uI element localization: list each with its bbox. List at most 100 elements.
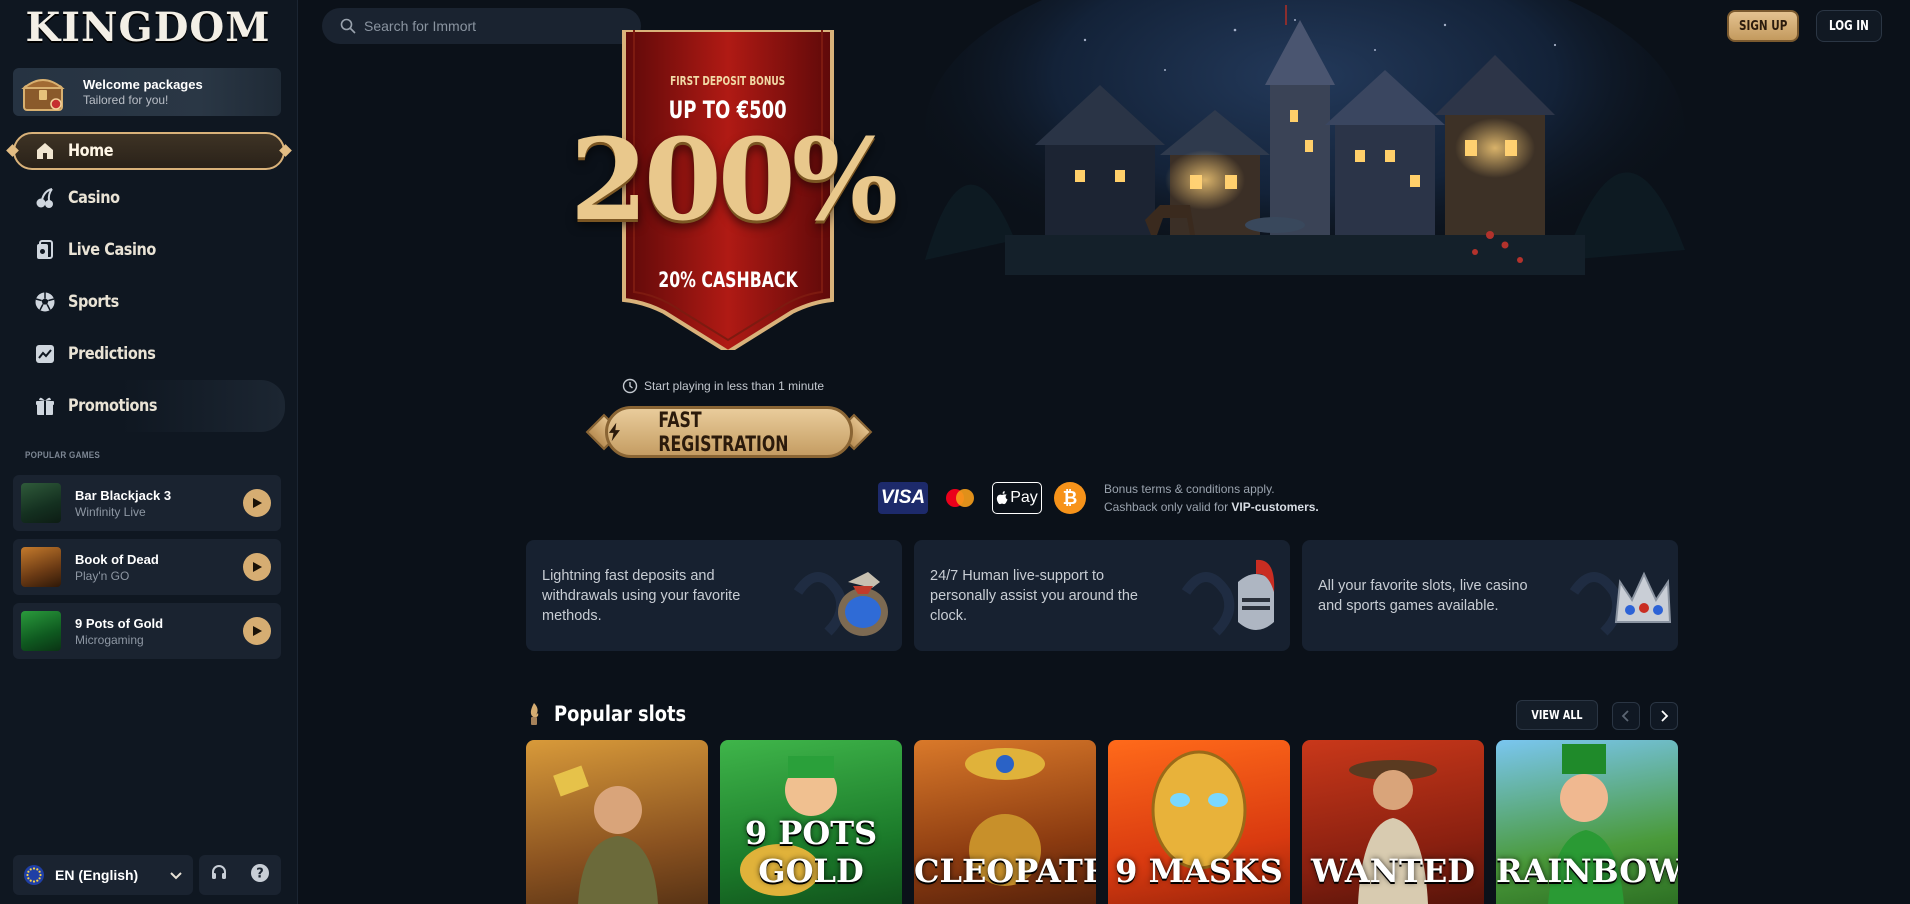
money-bag-icon — [788, 552, 898, 642]
start-playing-note: Start playing in less than 1 minute — [622, 378, 837, 394]
game-provider: Play'n GO — [75, 568, 130, 583]
svg-text:?: ? — [256, 866, 264, 881]
slot-title: RAINBOW — [1496, 852, 1678, 890]
game-thumbnail — [21, 547, 61, 587]
bonus-terms: Bonus terms & conditions apply. Cashback… — [1104, 480, 1319, 516]
popular-slots-row: 9 POTS GOLD CLEOPATRA 9 MASKS WANTED — [526, 740, 1678, 904]
play-button[interactable] — [243, 489, 271, 517]
popular-games-heading: POPULAR GAMES — [25, 450, 101, 460]
popular-slots-title: Popular slots — [554, 702, 687, 726]
sidebar-footer: EN (English) ? — [13, 855, 281, 895]
slot-title: 9 MASKS — [1115, 852, 1283, 890]
sign-up-button[interactable]: SIGN UP — [1727, 10, 1799, 42]
play-button[interactable] — [243, 617, 271, 645]
slots-prev-button[interactable] — [1612, 702, 1640, 730]
popular-game-item[interactable]: Bar Blackjack 3 Winfinity Live — [13, 475, 281, 531]
nav-label: Casino — [68, 188, 120, 208]
soccer-ball-icon — [34, 291, 56, 313]
apple-logo-icon — [997, 491, 1008, 505]
cashback-label: 20% CASHBACK — [658, 268, 798, 292]
visa-icon: VISA — [878, 482, 928, 514]
treasure-chest-icon — [15, 70, 71, 114]
nav-item-casino[interactable]: Casino — [0, 172, 298, 224]
cherries-icon — [34, 187, 56, 209]
game-thumbnail — [21, 483, 61, 523]
eu-flag-icon — [24, 865, 44, 885]
slot-card[interactable]: CLEOPATRA — [914, 740, 1096, 904]
search-bar[interactable] — [322, 8, 641, 44]
sidebar: KINGDOM Welcome packages Tailored for yo… — [0, 0, 298, 904]
sign-up-label: SIGN UP — [1738, 18, 1788, 34]
log-in-button[interactable]: LOG IN — [1816, 10, 1882, 42]
feature-card-support: 24/7 Human live-support to personally as… — [914, 540, 1290, 651]
slot-card[interactable]: WANTED — [1302, 740, 1484, 904]
play-icon — [253, 562, 262, 572]
nav-label: Live Casino — [68, 240, 156, 260]
play-icon — [253, 626, 262, 636]
feature-card-deposits: Lightning fast deposits and withdrawals … — [526, 540, 902, 651]
fast-registration-label: FAST REGISTRATION — [658, 408, 789, 456]
slot-title: CLEOPATRA — [914, 852, 1096, 890]
start-playing-text: Start playing in less than 1 minute — [644, 379, 825, 393]
apple-pay-icon: Pay — [992, 482, 1042, 514]
game-provider: Microgaming — [75, 632, 144, 647]
slot-card[interactable] — [526, 740, 708, 904]
help-icon[interactable]: ? — [250, 863, 270, 888]
chevron-down-icon — [170, 872, 182, 880]
popular-slots-header: Popular slots VIEW ALL — [526, 696, 1678, 732]
payment-methods: VISA Pay ₿ Bonus terms & conditions appl… — [878, 480, 1319, 516]
nav-label: Predictions — [68, 344, 156, 364]
crown-icon — [1564, 552, 1674, 642]
slot-card[interactable]: RAINBOW — [1496, 740, 1678, 904]
popular-games-list: Bar Blackjack 3 Winfinity Live Book of D… — [13, 475, 281, 667]
feature-text: Lightning fast deposits and withdrawals … — [542, 567, 741, 624]
chevron-right-icon — [1661, 710, 1669, 722]
nav-item-promotions[interactable]: Promotions — [13, 380, 285, 432]
search-icon — [340, 18, 356, 34]
support-icons: ? — [199, 855, 281, 895]
feature-card-games: All your favorite slots, live casino and… — [1302, 540, 1678, 651]
log-in-label: LOG IN — [1829, 18, 1869, 34]
apple-pay-label: Pay — [1010, 489, 1038, 506]
home-icon — [34, 140, 56, 162]
slot-title: WANTED — [1311, 852, 1475, 890]
nav-item-sports[interactable]: Sports — [0, 276, 298, 328]
search-input[interactable] — [364, 18, 624, 34]
game-name: 9 Pots of Gold — [75, 615, 164, 631]
bonus-tagline: FIRST DEPOSIT BONUS — [670, 74, 786, 88]
torch-icon — [530, 703, 539, 725]
view-all-button[interactable]: VIEW ALL — [1516, 700, 1598, 730]
nav-item-live-casino[interactable]: Live Casino — [0, 224, 298, 276]
trend-chart-icon — [34, 343, 56, 365]
kingdom-logo[interactable]: KINGDOM — [26, 4, 270, 51]
welcome-subtitle: Tailored for you! — [83, 93, 169, 107]
game-provider: Winfinity Live — [75, 504, 146, 519]
play-button[interactable] — [243, 553, 271, 581]
live-cards-icon — [34, 239, 56, 261]
play-icon — [253, 498, 262, 508]
nav-label: Sports — [68, 292, 119, 312]
feature-text: All your favorite slots, live casino and… — [1318, 577, 1528, 614]
nav-item-predictions[interactable]: Predictions — [0, 328, 298, 380]
game-thumbnail — [21, 611, 61, 651]
slot-card[interactable]: 9 MASKS — [1108, 740, 1290, 904]
popular-game-item[interactable]: 9 Pots of Gold Microgaming — [13, 603, 281, 659]
nav-label: Promotions — [68, 396, 158, 416]
fast-registration-button[interactable]: FAST REGISTRATION — [583, 406, 875, 458]
slot-title: 9 POTS GOLD — [744, 814, 878, 890]
slot-card[interactable]: 9 POTS GOLD — [720, 740, 902, 904]
knight-helmet-icon — [1176, 552, 1286, 642]
main-nav: Home Casino Live Casino Sports Predictio… — [0, 130, 298, 432]
language-label: EN (English) — [55, 867, 139, 883]
slots-next-button[interactable] — [1650, 702, 1678, 730]
nav-item-home[interactable]: Home — [13, 132, 285, 170]
welcome-title: Welcome packages — [83, 77, 203, 92]
mastercard-icon — [940, 482, 980, 514]
village-night-illustration — [905, 0, 1705, 310]
popular-game-item[interactable]: Book of Dead Play'n GO — [13, 539, 281, 595]
game-name: Bar Blackjack 3 — [75, 487, 172, 503]
language-selector[interactable]: EN (English) — [13, 855, 193, 895]
lightning-icon — [608, 422, 620, 442]
welcome-packages-card[interactable]: Welcome packages Tailored for you! — [13, 68, 281, 116]
headset-support-icon[interactable] — [210, 864, 228, 887]
